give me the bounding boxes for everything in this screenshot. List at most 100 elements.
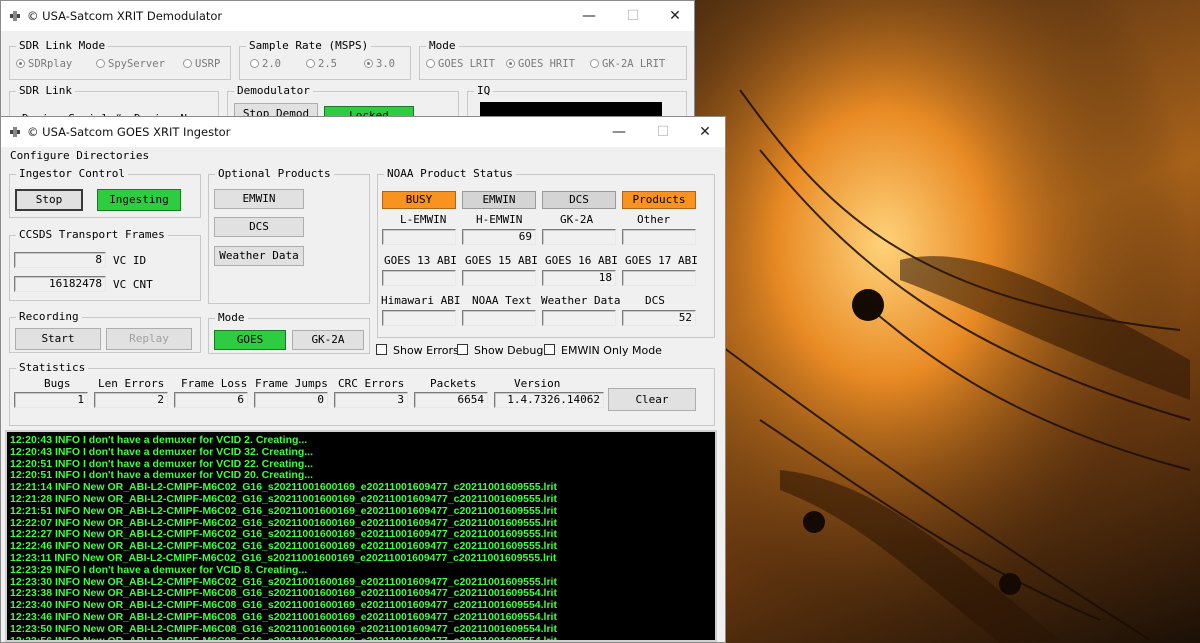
goes17-abi-count bbox=[622, 270, 696, 286]
log-line: 12:22:46 INFO New OR_ABI-L2-CMIPF-M6C02_… bbox=[10, 540, 557, 553]
log-line: 12:22:27 INFO New OR_ABI-L2-CMIPF-M6C02_… bbox=[10, 528, 557, 541]
crc-errors-label: CRC Errors bbox=[338, 377, 405, 390]
radio-selected-icon bbox=[506, 59, 515, 68]
vc-cnt-value: 16182478 bbox=[14, 276, 106, 292]
version-value: 1.4.7326.14062 bbox=[494, 392, 604, 408]
goes13-abi-label: GOES 13 ABI bbox=[384, 254, 457, 267]
gk2a-mode-button[interactable]: GK-2A bbox=[292, 330, 364, 350]
minimize-button[interactable]: — bbox=[569, 3, 609, 29]
emwin-only-mode-checkbox[interactable]: EMWIN Only Mode bbox=[544, 344, 662, 357]
log-line: 12:20:51 INFO I don't have a demuxer for… bbox=[10, 457, 313, 470]
noaa-product-status-group: NOAA Product Status BUSY EMWIN DCS Produ… bbox=[377, 167, 715, 338]
radio-spyserver[interactable]: SpyServer bbox=[96, 58, 165, 70]
goes15-abi-count bbox=[462, 270, 536, 286]
frame-jumps-label: Frame Jumps bbox=[255, 377, 328, 390]
dcs-button[interactable]: DCS bbox=[214, 217, 304, 237]
log-line: 12:23:46 INFO New OR_ABI-L2-CMIPF-M6C08_… bbox=[10, 611, 557, 623]
log-line: 12:23:38 INFO New OR_ABI-L2-CMIPF-M6C08_… bbox=[10, 587, 557, 600]
frame-loss-value: 6 bbox=[174, 392, 248, 408]
log-line: 12:21:51 INFO New OR_ABI-L2-CMIPF-M6C02_… bbox=[10, 504, 557, 517]
vc-cnt-label: VC CNT bbox=[113, 278, 153, 291]
radio-selected-icon bbox=[16, 59, 25, 68]
maximize-button[interactable]: ☐ bbox=[613, 3, 653, 29]
gk2a-label: GK-2A bbox=[560, 213, 594, 226]
bugs-label: Bugs bbox=[44, 377, 71, 390]
close-button[interactable]: ✕ bbox=[685, 119, 725, 145]
ccsds-label: CCSDS Transport Frames bbox=[16, 228, 168, 241]
ingesting-status-indicator: Ingesting bbox=[97, 189, 181, 211]
noaa-text-count bbox=[462, 310, 536, 326]
log-line: 12:23:30 INFO New OR_ABI-L2-CMIPF-M6C02_… bbox=[10, 575, 557, 588]
dcs-count: 52 bbox=[622, 310, 696, 326]
radio-usrp[interactable]: USRP bbox=[183, 58, 220, 70]
radio-gk2a-lrit[interactable]: GK-2A LRIT bbox=[590, 58, 665, 70]
log-line: 12:21:14 INFO New OR_ABI-L2-CMIPF-M6C02_… bbox=[10, 481, 557, 494]
log-console[interactable]: 12:20:43 INFO I don't have a demuxer for… bbox=[5, 430, 717, 642]
log-line: 12:23:56 INFO New OR_ABI-L2-CMIPF-M6C08_… bbox=[10, 634, 557, 642]
menu-configure-directories[interactable]: Configure Directories bbox=[10, 149, 149, 162]
dcs-label: DCS bbox=[645, 294, 665, 307]
log-line: 12:20:43 INFO I don't have a demuxer for… bbox=[10, 434, 308, 446]
recording-group: Recording Start Replay bbox=[9, 310, 201, 353]
satellite-app-icon bbox=[10, 11, 20, 21]
radio-rate-2-5[interactable]: 2.5 bbox=[306, 58, 337, 70]
ingestor-control-group: Ingestor Control Stop Ingesting bbox=[9, 167, 201, 218]
vc-id-label: VC ID bbox=[113, 254, 147, 267]
optional-products-label: Optional Products bbox=[215, 167, 334, 180]
radio-rate-3-0[interactable]: 3.0 bbox=[364, 58, 395, 70]
bugs-value: 1 bbox=[14, 392, 88, 408]
radio-empty-icon bbox=[183, 59, 192, 68]
iq-label: IQ bbox=[474, 84, 494, 97]
start-recording-button[interactable]: Start bbox=[15, 328, 101, 350]
log-line: 12:23:11 INFO New OR_ABI-L2-CMIPF-M6C02_… bbox=[10, 552, 557, 564]
goes17-abi-label: GOES 17 ABI bbox=[625, 254, 698, 267]
demodulator-window-title: © USA-Satcom XRIT Demodulator bbox=[27, 9, 223, 23]
weather-data-label: Weather Data bbox=[541, 294, 621, 307]
noaa-product-status-label: NOAA Product Status bbox=[384, 167, 516, 180]
radio-sdrplay[interactable]: SDRplay bbox=[16, 58, 72, 70]
show-debug-checkbox[interactable]: Show Debug bbox=[457, 344, 543, 357]
weather-data-button[interactable]: Weather Data bbox=[214, 246, 304, 266]
radio-empty-icon bbox=[250, 59, 259, 68]
goes16-abi-label: GOES 16 ABI bbox=[545, 254, 618, 267]
satellite-app-icon bbox=[10, 127, 20, 137]
frame-jumps-value: 0 bbox=[254, 392, 328, 408]
sample-rate-label: Sample Rate (MSPS) bbox=[246, 39, 372, 52]
ingestor-window-title: © USA-Satcom GOES XRIT Ingestor bbox=[27, 125, 231, 139]
demodulator-window: © USA-Satcom XRIT Demodulator — ☐ ✕ SDR … bbox=[0, 0, 695, 132]
packets-value: 6654 bbox=[414, 392, 488, 408]
noaa-text-label: NOAA Text bbox=[472, 294, 532, 307]
packets-label: Packets bbox=[430, 377, 477, 390]
stop-ingestor-button[interactable]: Stop bbox=[15, 189, 83, 211]
ingestor-window: © USA-Satcom GOES XRIT Ingestor — ☐ ✕ Co… bbox=[0, 116, 726, 643]
log-line: 12:23:40 INFO New OR_ABI-L2-CMIPF-M6C08_… bbox=[10, 599, 557, 612]
show-errors-checkbox[interactable]: Show Errors bbox=[376, 344, 459, 357]
close-button[interactable]: ✕ bbox=[655, 3, 695, 29]
dcs-status-button[interactable]: DCS bbox=[542, 191, 616, 209]
other-label: Other bbox=[637, 213, 671, 226]
clear-button[interactable]: Clear bbox=[608, 388, 696, 411]
radio-empty-icon bbox=[306, 59, 315, 68]
l-emwin-label: L-EMWIN bbox=[400, 213, 447, 226]
checkbox-icon bbox=[544, 344, 555, 355]
emwin-button[interactable]: EMWIN bbox=[214, 189, 304, 209]
himawari-abi-label: Himawari ABI bbox=[381, 294, 461, 307]
radio-rate-2-0[interactable]: 2.0 bbox=[250, 58, 281, 70]
radio-empty-icon bbox=[96, 59, 105, 68]
maximize-button[interactable]: ☐ bbox=[643, 119, 683, 145]
minimize-button[interactable]: — bbox=[599, 119, 639, 145]
products-status-button[interactable]: Products bbox=[622, 191, 696, 209]
goes-mode-button[interactable]: GOES bbox=[214, 330, 286, 350]
ingestor-mode-label: Mode bbox=[215, 311, 248, 324]
frame-loss-label: Frame Loss bbox=[181, 377, 248, 390]
emwin-status-button[interactable]: EMWIN bbox=[462, 191, 536, 209]
goes13-abi-count bbox=[382, 270, 456, 286]
version-label: Version bbox=[514, 377, 561, 390]
radio-goes-hrit[interactable]: GOES HRIT bbox=[506, 58, 575, 70]
radio-goes-lrit[interactable]: GOES LRIT bbox=[426, 58, 495, 70]
busy-status-button[interactable]: BUSY bbox=[382, 191, 456, 209]
demodulator-label: Demodulator bbox=[234, 84, 313, 97]
replay-button[interactable]: Replay bbox=[106, 328, 192, 350]
log-line: 12:20:51 INFO I don't have a demuxer for… bbox=[10, 469, 313, 482]
vc-id-value: 8 bbox=[14, 252, 106, 268]
